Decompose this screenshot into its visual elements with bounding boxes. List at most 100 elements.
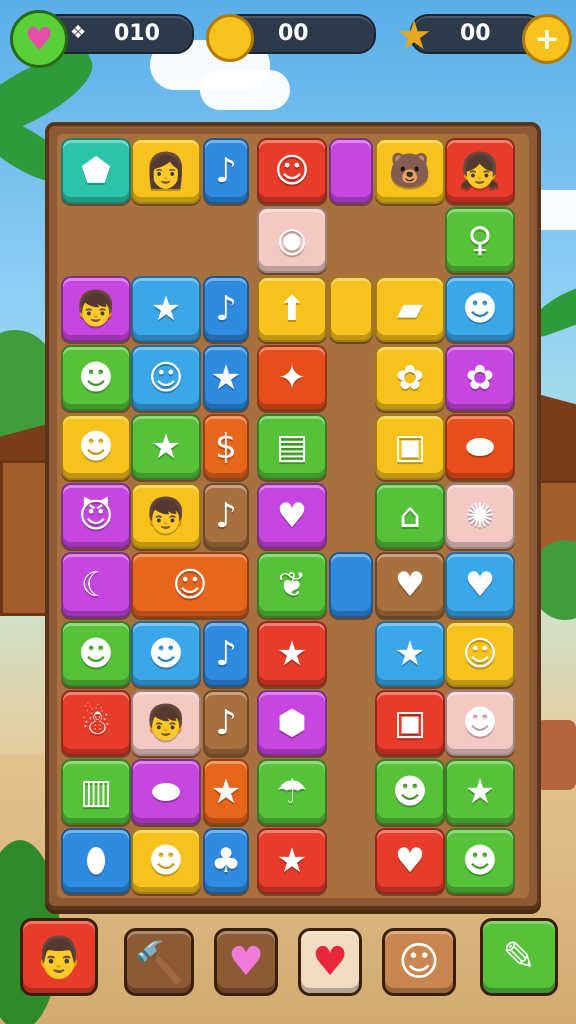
game-tile[interactable]: ★ [257,828,327,894]
tile-glyph-icon: ✿ [395,358,425,398]
game-tile[interactable]: ✦ [257,345,327,411]
game-tile[interactable]: ▣ [375,414,445,480]
game-tile[interactable]: ★ [203,345,249,411]
avatar-icon: 👨 [34,934,84,981]
game-tile[interactable]: ♪ [203,690,249,756]
game-tile[interactable]: ▣ [375,690,445,756]
game-tile[interactable]: 👦 [131,690,201,756]
game-tile[interactable]: ☻ [445,690,515,756]
tile-glyph-icon: ♪ [215,634,237,674]
game-tile[interactable]: ☻ [131,621,201,687]
game-tile[interactable]: $ [203,414,249,480]
game-tile[interactable]: ☂ [257,759,327,825]
game-tile[interactable]: ☃ [61,690,131,756]
game-tile[interactable]: ⬟ [61,138,131,204]
game-tile[interactable]: ⬆ [257,276,327,342]
game-tile[interactable]: ⬬ [131,759,201,825]
tile-glyph-icon: 👦 [74,289,118,329]
game-tile[interactable]: ★ [445,759,515,825]
tile-glyph-icon: ♀ [467,220,493,260]
game-tile[interactable]: ♥ [257,483,327,549]
game-tile[interactable]: ♥ [375,552,445,618]
game-tile[interactable]: ♥ [445,552,515,618]
game-tile[interactable]: ▰ [375,276,445,342]
game-tile[interactable]: ⬬ [445,414,515,480]
game-tile[interactable]: ☺ [131,552,249,618]
game-tile[interactable]: 😈 [61,483,131,549]
heart-icon[interactable]: ♥ [10,10,68,68]
game-tile[interactable]: ✿ [375,345,445,411]
hammer-booster-button[interactable]: 🔨 [124,928,194,996]
tile-glyph-icon: ⬬ [465,427,495,467]
game-tile[interactable]: ☻ [61,621,131,687]
game-tile[interactable]: ☺ [131,345,201,411]
game-tile[interactable]: 👩 [131,138,201,204]
plus-icon[interactable]: + [522,14,572,64]
tile-glyph-icon: ⬆ [277,289,307,329]
game-tile[interactable]: ⌂ [375,483,445,549]
game-tile[interactable]: 👦 [131,483,201,549]
game-tile[interactable]: ★ [131,276,201,342]
tile-glyph-icon: ♥ [394,841,426,881]
game-tile[interactable] [329,138,373,204]
game-tile[interactable]: ⬢ [257,690,327,756]
tile-glyph-icon: ▣ [393,427,427,467]
smiley-booster-button[interactable]: ☺ [382,928,456,996]
lives-value: 010 [114,21,160,46]
heart-booster-pink-button[interactable]: ♥ [214,928,278,996]
tile-glyph-icon: 👦 [144,703,188,743]
tile-glyph-icon: ★ [150,289,182,329]
game-tile[interactable]: ◉ [257,207,327,273]
tile-glyph-icon: ✦ [277,358,307,398]
game-tile[interactable]: ♣ [203,828,249,894]
game-tile[interactable]: ☻ [445,276,515,342]
tile-glyph-icon: ⬮ [85,841,107,881]
game-tile[interactable]: 👦 [61,276,131,342]
game-tile[interactable]: 🐻 [375,138,445,204]
game-tile[interactable]: ☻ [61,414,131,480]
game-tile[interactable]: ★ [203,759,249,825]
game-tile[interactable]: ☻ [445,828,515,894]
tile-glyph-icon: ♥ [394,565,426,605]
game-tile[interactable]: ⬮ [61,828,131,894]
star-icon: ★ [396,13,432,59]
tile-glyph-icon: ★ [276,841,308,881]
game-tile[interactable]: ☺ [257,138,327,204]
avatar-button[interactable]: 👨 [20,918,98,996]
tile-glyph-icon: 👧 [458,151,502,191]
game-tile[interactable]: ☻ [61,345,131,411]
game-tile[interactable]: ☾ [61,552,131,618]
game-tile[interactable]: ☻ [375,759,445,825]
tile-glyph-icon: ✺ [465,496,495,536]
game-tile[interactable]: 👧 [445,138,515,204]
game-tile[interactable]: ♥ [375,828,445,894]
game-tile[interactable]: ▥ [61,759,131,825]
tile-glyph-icon: ★ [210,772,242,812]
game-tile[interactable]: ♪ [203,138,249,204]
game-tile[interactable]: ❦ [257,552,327,618]
game-tile[interactable]: ✺ [445,483,515,549]
game-tile[interactable]: ♪ [203,483,249,549]
game-tile[interactable] [329,276,373,342]
game-tile[interactable]: ▤ [257,414,327,480]
heart-booster-red-icon: ♥ [312,939,348,985]
tile-glyph-icon: ♪ [215,703,237,743]
game-tile[interactable]: ✿ [445,345,515,411]
game-tile[interactable]: ☺ [445,621,515,687]
game-tile[interactable] [329,552,373,618]
tile-glyph-icon: ☻ [78,634,114,674]
game-tile[interactable]: ★ [257,621,327,687]
game-tile[interactable]: ★ [375,621,445,687]
heart-booster-red-button[interactable]: ♥ [298,928,362,996]
tile-glyph-icon: ⬢ [277,703,307,743]
pencil-booster-button[interactable]: ✎ [480,918,558,996]
game-tile[interactable]: ☻ [131,828,201,894]
tile-glyph-icon: 👩 [144,151,188,191]
top-hud: ❖ 010 ♥ 00 00 ★ + [0,8,576,68]
game-tile[interactable]: ♪ [203,621,249,687]
game-tile[interactable]: ♪ [203,276,249,342]
tile-glyph-icon: ♪ [215,289,237,329]
game-tile[interactable]: ★ [131,414,201,480]
coins-value: 00 [278,21,309,46]
game-tile[interactable]: ♀ [445,207,515,273]
